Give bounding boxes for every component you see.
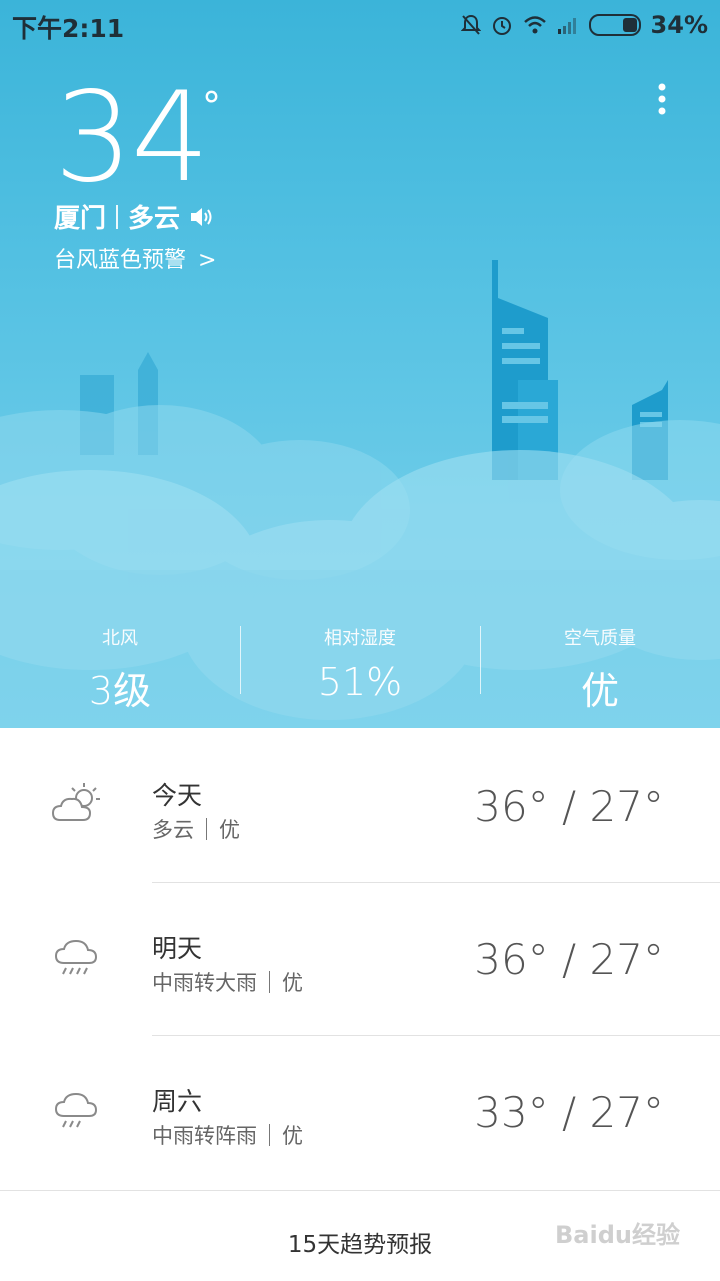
forecast-day: 周六 xyxy=(152,1087,203,1116)
status-time: 下午2:11 xyxy=(12,14,125,43)
separator xyxy=(269,1124,270,1146)
stat-wind: 北风 3级 xyxy=(0,612,240,713)
current-temperature: 34 xyxy=(54,66,210,210)
condition-text: 多云 xyxy=(152,818,194,842)
daily-forecast-list: 今天 多云 优 36° / 27° 明天 中雨转大雨 优 36° / 27° 周… xyxy=(0,730,720,1189)
stat-value: 51% xyxy=(317,660,403,704)
weather-hero: 下午2:11 34% 34 ° 厦门 多云 台风蓝色预警 > 北风 3级 相对湿… xyxy=(0,0,720,728)
separator xyxy=(116,204,119,229)
aqi-text: 优 xyxy=(282,971,303,995)
stat-value: 优 xyxy=(580,669,619,713)
rain-cloud-icon xyxy=(54,1092,98,1128)
aqi-text: 优 xyxy=(282,1124,303,1148)
forecast-condition: 中雨转大雨 优 xyxy=(152,967,303,997)
battery-percent: 34% xyxy=(650,11,708,39)
typhoon-warning-link[interactable]: 台风蓝色预警 > xyxy=(54,242,216,274)
forecast-row-today[interactable]: 今天 多云 优 36° / 27° xyxy=(0,730,720,883)
stat-value: 3级 xyxy=(88,669,152,713)
condition-text: 中雨转阵雨 xyxy=(152,1124,257,1148)
more-options-icon[interactable] xyxy=(650,82,674,118)
warning-text: 台风蓝色预警 xyxy=(54,248,187,273)
wifi-icon xyxy=(523,16,546,34)
separator xyxy=(206,818,207,840)
chevron-right-icon: > xyxy=(198,248,217,273)
status-icons: 34% xyxy=(460,8,708,42)
forecast-condition: 多云 优 xyxy=(152,814,240,844)
forecast-row-saturday[interactable]: 周六 中雨转阵雨 优 33° / 27° xyxy=(0,1036,720,1189)
baidu-watermark: Baidu经验 xyxy=(555,1221,680,1249)
condition-text: 中雨转大雨 xyxy=(152,971,257,995)
current-condition: 多云 xyxy=(128,204,181,234)
partly-cloudy-icon xyxy=(51,783,100,821)
weather-stats: 北风 3级 相对湿度 51% 空气质量 优 xyxy=(0,612,720,713)
stat-label: 相对湿度 xyxy=(324,628,396,649)
forecast-day: 明天 xyxy=(152,934,203,963)
stat-label: 空气质量 xyxy=(564,628,636,649)
temperature-degree: ° xyxy=(202,84,221,128)
status-bar: 下午2:11 34% xyxy=(0,0,720,50)
signal-icon xyxy=(557,18,576,34)
separator xyxy=(269,971,270,993)
forecast-row-tomorrow[interactable]: 明天 中雨转大雨 优 36° / 27° xyxy=(0,883,720,1036)
city-condition[interactable]: 厦门 多云 xyxy=(54,198,214,235)
stat-air-quality[interactable]: 空气质量 优 xyxy=(480,612,720,713)
speaker-icon[interactable] xyxy=(188,204,214,230)
stat-label: 北风 xyxy=(102,628,138,649)
forecast-temps: 36° / 27° xyxy=(474,935,664,984)
city-name: 厦门 xyxy=(54,204,107,234)
battery-icon xyxy=(588,14,641,36)
mute-icon xyxy=(460,14,481,35)
forecast-temps: 33° / 27° xyxy=(474,1088,664,1137)
stat-humidity: 相对湿度 51% xyxy=(240,612,480,712)
forecast-day: 今天 xyxy=(152,781,203,810)
forecast-condition: 中雨转阵雨 优 xyxy=(152,1120,303,1150)
aqi-text: 优 xyxy=(219,818,240,842)
forecast-temps: 36° / 27° xyxy=(474,782,664,831)
rain-cloud-icon xyxy=(54,939,98,975)
alarm-icon xyxy=(492,17,511,35)
